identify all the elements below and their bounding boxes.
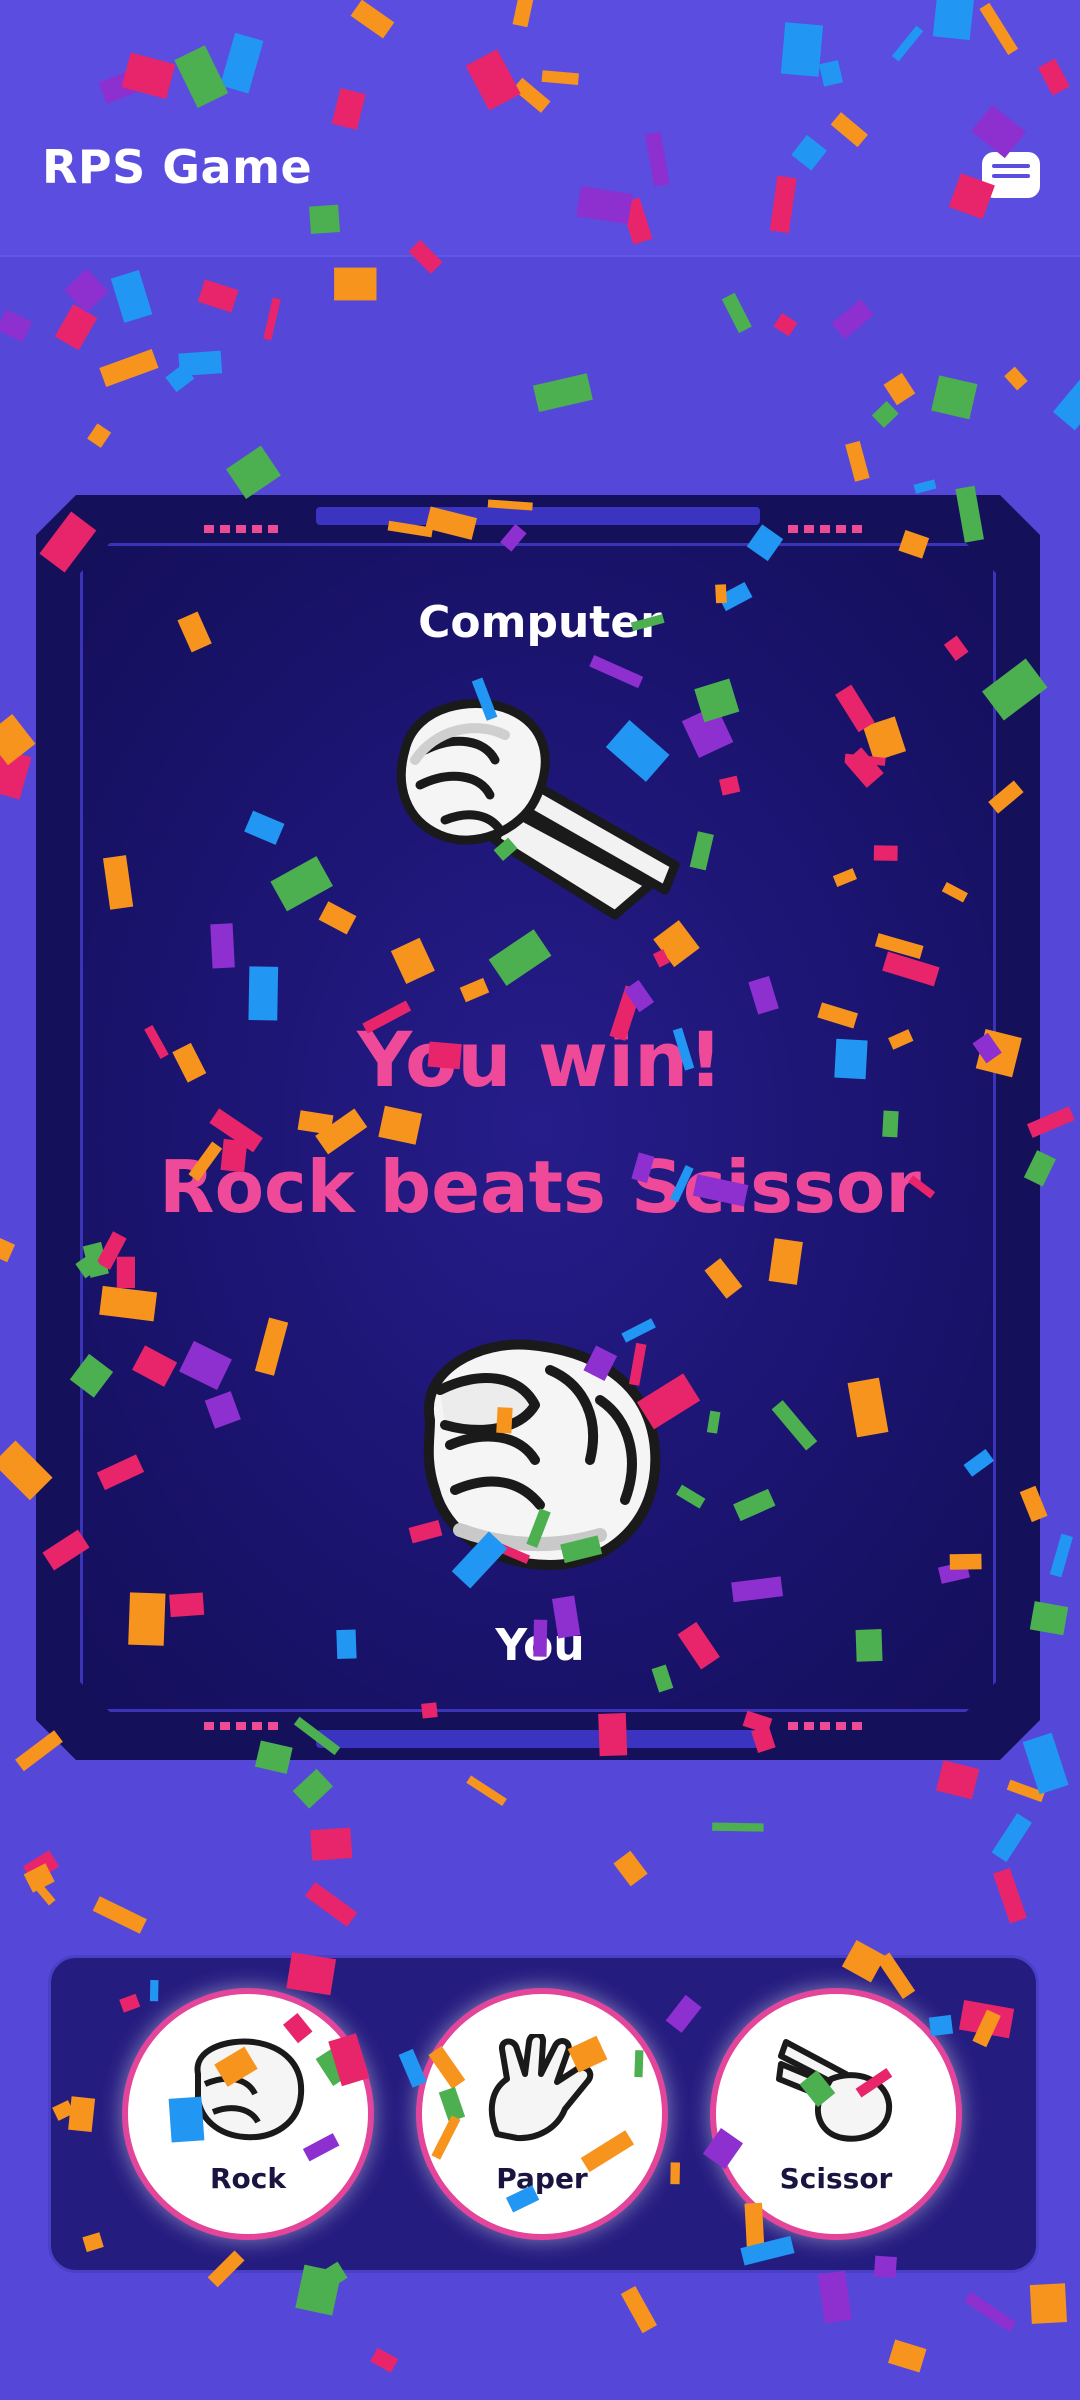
scissors-hand-icon	[776, 2039, 893, 2142]
confetti-piece	[1052, 375, 1080, 431]
arena-top-bar	[316, 507, 760, 525]
confetti-piece	[110, 270, 153, 323]
computer-scissors-hand-icon	[396, 699, 680, 920]
confetti-piece	[92, 1896, 147, 1934]
confetti-piece	[888, 2339, 927, 2373]
app-bar: RPS Game	[0, 0, 1080, 257]
arena-bottom-bar	[316, 1730, 760, 1748]
confetti-piece	[0, 1237, 16, 1263]
confetti-piece	[532, 373, 593, 413]
result-title: You win!	[357, 1015, 723, 1104]
confetti-piece	[845, 440, 870, 482]
confetti-piece	[0, 309, 33, 343]
confetti-piece	[334, 267, 377, 301]
confetti-piece	[773, 312, 798, 337]
confetti-piece	[64, 268, 109, 314]
paper-hand-icon	[488, 2034, 594, 2142]
confetti-piece	[165, 363, 195, 393]
app-title: RPS Game	[42, 140, 313, 194]
scissor-choice-button[interactable]: Scissor	[710, 1988, 962, 2240]
confetti-piece	[871, 401, 899, 428]
result-detail: Rock beats Scissor	[159, 1145, 921, 1229]
confetti-piece	[721, 292, 752, 334]
confetti-piece	[991, 1813, 1032, 1863]
confetti-piece	[1029, 2283, 1067, 2324]
computer-label: Computer	[418, 597, 662, 648]
confetti-piece	[178, 350, 223, 377]
confetti-piece	[1004, 366, 1028, 391]
confetti-piece	[883, 372, 916, 406]
confetti-piece	[992, 1867, 1027, 1924]
confetti-piece	[712, 1822, 764, 1832]
rock-hand-icon	[194, 2038, 305, 2141]
confetti-piece	[964, 2291, 1016, 2333]
rock-choice-button[interactable]: Rock	[122, 1988, 374, 2240]
confetti-piece	[304, 1881, 358, 1927]
scissor-choice-label: Scissor	[779, 2162, 893, 2195]
confetti-piece	[87, 423, 112, 448]
confetti-piece	[913, 479, 937, 494]
player-rock-hand-icon	[423, 1339, 661, 1570]
confetti-piece	[22, 1850, 60, 1883]
confetti-piece	[931, 375, 978, 420]
paper-choice-label: Paper	[496, 2162, 588, 2195]
confetti-piece	[1049, 1533, 1073, 1578]
confetti-piece	[466, 1775, 507, 1807]
confetti-piece	[23, 1863, 55, 1893]
confetti-piece	[36, 1884, 56, 1906]
confetti-piece	[263, 297, 281, 341]
rock-choice-label: Rock	[209, 2162, 286, 2195]
player-label: You	[495, 1620, 585, 1671]
confetti-piece	[225, 445, 281, 499]
confetti-piece	[1006, 1779, 1045, 1803]
confetti-piece	[0, 713, 36, 766]
confetti-piece	[54, 304, 98, 351]
confetti-piece	[831, 299, 874, 340]
paper-choice-button[interactable]: Paper	[416, 1988, 668, 2240]
confetti-piece	[292, 1768, 334, 1809]
confetti-piece	[310, 1827, 353, 1861]
confetti-piece	[197, 279, 239, 313]
confetti-piece	[613, 1850, 648, 1887]
confetti-piece	[0, 748, 32, 800]
menu-icon[interactable]	[982, 152, 1040, 198]
confetti-piece	[620, 2285, 658, 2334]
confetti-piece	[935, 1760, 980, 1800]
confetti-piece	[817, 2270, 852, 2324]
confetti-piece	[370, 2347, 399, 2373]
confetti-piece	[99, 349, 159, 387]
